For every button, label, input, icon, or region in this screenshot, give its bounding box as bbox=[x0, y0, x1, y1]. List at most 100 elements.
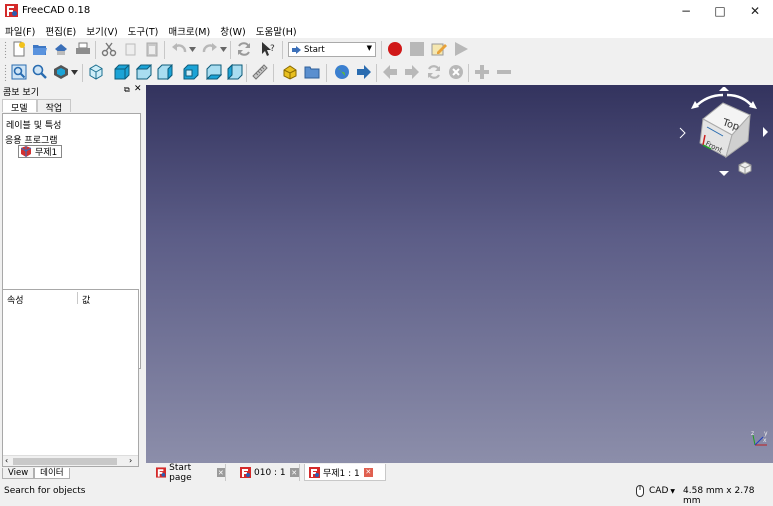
cut-button[interactable] bbox=[99, 39, 119, 59]
view-right-button[interactable] bbox=[155, 62, 175, 82]
measure-distance-button[interactable] bbox=[250, 62, 270, 82]
undo-icon bbox=[172, 43, 187, 53]
navigation-style-label: CAD bbox=[649, 486, 669, 496]
3d-view[interactable]: Top Front x z y bbox=[146, 85, 773, 463]
chevron-down-icon: ▼ bbox=[670, 487, 675, 495]
navigation-cube[interactable]: Top Front bbox=[677, 87, 773, 179]
nav-right-arrow-icon[interactable] bbox=[763, 127, 768, 137]
macro-edit-button[interactable] bbox=[429, 39, 449, 59]
fit-selection-button[interactable] bbox=[30, 62, 50, 82]
web-refresh-button[interactable] bbox=[424, 62, 444, 82]
scroll-left-icon[interactable]: ‹ bbox=[5, 456, 8, 465]
tab-view-properties[interactable]: View bbox=[2, 468, 35, 479]
tree-item-document[interactable]: 무제1 bbox=[18, 145, 63, 158]
toolbar-grip[interactable] bbox=[4, 41, 7, 58]
zoom-selection-icon bbox=[32, 64, 47, 79]
float-panel-icon[interactable]: ⧉ bbox=[124, 85, 130, 95]
tree-header: 레이블 및 특성 bbox=[6, 121, 62, 131]
menu-window[interactable]: 창(W) bbox=[215, 22, 251, 38]
view-front-button[interactable] bbox=[112, 62, 132, 82]
back-arrow-icon bbox=[383, 65, 397, 79]
maximize-button[interactable]: □ bbox=[703, 0, 737, 22]
refresh-button[interactable] bbox=[234, 39, 254, 59]
new-document-button[interactable] bbox=[9, 39, 29, 59]
view-top-button[interactable] bbox=[134, 62, 154, 82]
chevron-down-icon: ▼ bbox=[366, 44, 372, 52]
draw-style-button[interactable] bbox=[51, 62, 71, 82]
save-button[interactable] bbox=[51, 39, 71, 59]
tab-model[interactable]: 모델 bbox=[2, 99, 37, 114]
web-open-button[interactable] bbox=[354, 62, 374, 82]
macro-record-button[interactable] bbox=[385, 39, 405, 59]
menu-help[interactable]: 도움말(H) bbox=[251, 22, 302, 38]
close-tab-icon[interactable]: ✕ bbox=[363, 467, 373, 477]
create-part-button[interactable] bbox=[280, 62, 300, 82]
copy-button[interactable] bbox=[121, 39, 141, 59]
web-zoom-in-button[interactable] bbox=[472, 62, 492, 82]
doc-tab-start-page[interactable]: Start page ✕ bbox=[152, 463, 226, 483]
web-zoom-out-button[interactable] bbox=[494, 62, 514, 82]
undo-button[interactable] bbox=[169, 39, 189, 59]
view-left-button[interactable] bbox=[225, 62, 245, 82]
menu-view[interactable]: 보기(V) bbox=[81, 22, 122, 38]
property-view[interactable]: 속성 값 ‹ › bbox=[2, 289, 139, 467]
horizontal-scrollbar[interactable]: ‹ › bbox=[3, 455, 138, 466]
cube-front-icon bbox=[114, 64, 130, 80]
macro-stop-button[interactable] bbox=[407, 39, 427, 59]
view-bottom-button[interactable] bbox=[204, 62, 224, 82]
redo-dropdown[interactable] bbox=[218, 39, 228, 59]
paste-button[interactable] bbox=[142, 39, 162, 59]
whats-this-button[interactable]: ? bbox=[259, 39, 279, 59]
folder-open-icon bbox=[33, 45, 47, 55]
nav-left-arrow-icon[interactable] bbox=[679, 127, 686, 139]
axis-cross-icon: x z y bbox=[751, 430, 768, 446]
redo-button[interactable] bbox=[200, 39, 220, 59]
doc-tab-untitled[interactable]: 무제1 : 1 ✕ bbox=[304, 464, 386, 481]
menu-macro[interactable]: 매크로(M) bbox=[163, 22, 215, 38]
close-panel-icon[interactable]: ✕ bbox=[134, 84, 142, 94]
close-button[interactable]: ✕ bbox=[738, 0, 772, 22]
toolbar-grip[interactable] bbox=[4, 64, 7, 81]
web-stop-button[interactable] bbox=[446, 62, 466, 82]
refresh-icon bbox=[238, 42, 250, 56]
value-column-header: 값 bbox=[82, 296, 91, 306]
navigation-style-selector[interactable]: CAD ▼ bbox=[636, 485, 675, 497]
cube-left-icon bbox=[227, 64, 243, 80]
view-isometric-button[interactable] bbox=[86, 62, 106, 82]
column-divider[interactable] bbox=[77, 292, 78, 304]
menu-file[interactable]: 파일(F) bbox=[0, 22, 40, 38]
view-rear-button[interactable] bbox=[181, 62, 201, 82]
cube-faces[interactable]: Top Front bbox=[699, 102, 751, 159]
scrollbar-thumb[interactable] bbox=[13, 458, 117, 465]
menu-tools[interactable]: 도구(T) bbox=[123, 22, 164, 38]
view-menu-cube-icon[interactable] bbox=[738, 161, 752, 175]
tab-tasks[interactable]: 작업 bbox=[36, 99, 72, 114]
fit-all-button[interactable] bbox=[9, 62, 29, 82]
draw-style-dropdown[interactable] bbox=[69, 62, 79, 82]
web-back-button[interactable] bbox=[380, 62, 400, 82]
nav-up-arrow-icon[interactable] bbox=[719, 87, 729, 91]
scroll-right-icon[interactable]: › bbox=[129, 456, 132, 465]
tab-data-properties[interactable]: 데이터 bbox=[34, 468, 70, 479]
close-tab-icon[interactable]: ✕ bbox=[289, 468, 299, 477]
property-column-header: 속성 bbox=[7, 296, 24, 306]
freecad-logo-icon bbox=[240, 467, 251, 478]
create-group-button[interactable] bbox=[302, 62, 322, 82]
doc-tab-010[interactable]: 010 : 1 ✕ bbox=[236, 464, 300, 481]
close-tab-icon[interactable]: ✕ bbox=[216, 468, 225, 477]
workbench-selector[interactable]: Start ▼ bbox=[288, 42, 376, 57]
web-forward-button[interactable] bbox=[402, 62, 422, 82]
forward-arrow-icon bbox=[405, 65, 419, 79]
plus-icon bbox=[475, 65, 489, 79]
print-button[interactable] bbox=[73, 39, 93, 59]
web-home-button[interactable] bbox=[332, 62, 352, 82]
toolbar-separator bbox=[381, 41, 382, 59]
tree-item-label: 무제1 bbox=[35, 148, 58, 158]
minimize-button[interactable]: − bbox=[669, 0, 703, 22]
nav-down-arrow-icon[interactable] bbox=[719, 171, 729, 176]
menu-edit[interactable]: 편집(E) bbox=[40, 22, 81, 38]
open-button[interactable] bbox=[30, 39, 50, 59]
macro-execute-button[interactable] bbox=[451, 39, 471, 59]
undo-dropdown[interactable] bbox=[187, 39, 197, 59]
view-toolbar bbox=[0, 61, 773, 84]
